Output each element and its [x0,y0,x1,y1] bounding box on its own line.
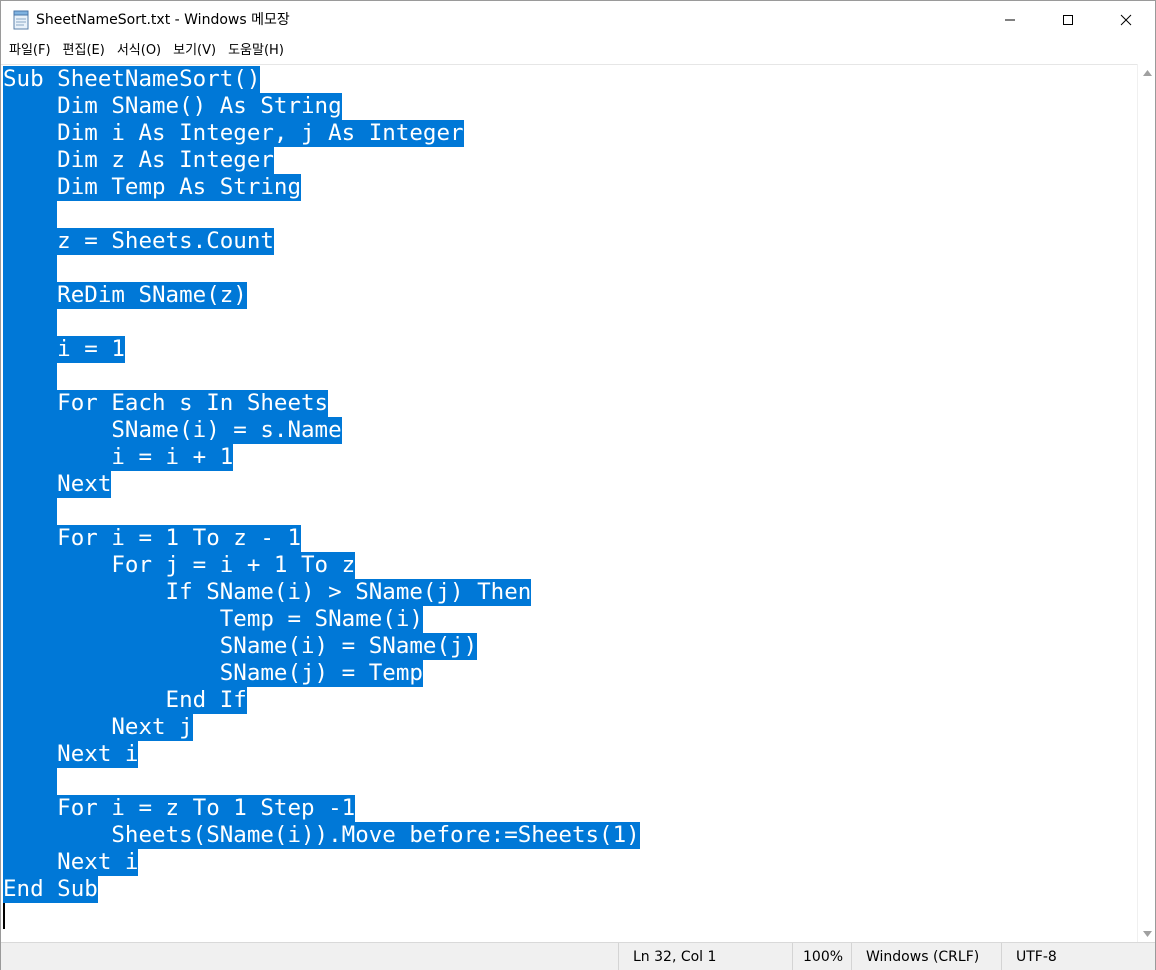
zoom-level: 100% [792,943,851,970]
code-line-text: i = 1 [3,336,125,363]
code-line-text [3,201,58,228]
code-line-text: Dim z As Integer [3,147,274,174]
code-line-text [3,363,58,390]
code-line-text: Next i [3,741,139,768]
code-line: SName(i) = s.Name [3,417,342,444]
close-button[interactable] [1097,1,1155,38]
notepad-icon [12,10,30,30]
code-line-text: Next j [3,714,193,741]
code-line-text: For i = z To 1 Step -1 [3,795,356,822]
notepad-window: SheetNameSort.txt - Windows 메모장 파일(F) 편집… [0,0,1156,970]
code-line: SName(j) = Temp [3,660,423,687]
code-line [3,309,58,336]
code-line [3,498,58,525]
scroll-up-icon [1142,69,1152,76]
code-line: Dim z As Integer [3,147,274,174]
minimize-icon [1005,19,1015,20]
code-line [3,768,58,795]
code-line: ReDim SName(z) [3,282,247,309]
code-line-text: For i = 1 To z - 1 [3,525,302,552]
code-line-text: SName(i) = s.Name [3,417,342,444]
code-line: Dim SName() As String [3,93,342,120]
menu-file[interactable]: 파일(F) [3,40,57,62]
code-line-text: Next i [3,849,139,876]
code-line: Next i [3,741,139,768]
code-line-text [3,255,58,282]
code-line-text: Sheets(SName(i)).Move before:=Sheets(1) [3,822,640,849]
code-line [3,201,58,228]
code-line: If SName(i) > SName(j) Then [3,579,532,606]
code-line-text: Dim SName() As String [3,93,342,120]
maximize-button[interactable] [1039,1,1097,38]
maximize-icon [1063,14,1073,25]
scroll-down-icon [1142,930,1152,937]
scroll-down-button[interactable] [1138,925,1156,942]
code-line-text: For j = i + 1 To z [3,552,356,579]
code-line-text [3,768,58,795]
code-line-text: End If [3,687,247,714]
text-editor[interactable]: Sub SheetNameSort() Dim SName() As Strin… [1,64,1137,942]
code-line-text: Next [3,471,112,498]
code-line-text: For Each s In Sheets [3,390,329,417]
code-line: Next [3,471,112,498]
code-line-text: z = Sheets.Count [3,228,274,255]
code-line-text: SName(j) = Temp [3,660,423,687]
menu-edit[interactable]: 편집(E) [57,40,111,62]
vertical-scrollbar[interactable] [1137,64,1155,942]
close-icon [1120,14,1132,25]
code-line: i = i + 1 [3,444,234,471]
code-line-text: Sub SheetNameSort() [3,66,261,93]
menu-help[interactable]: 도움말(H) [222,40,290,62]
menu-format[interactable]: 서식(O) [111,40,167,62]
code-line-text: Dim i As Integer, j As Integer [3,120,464,147]
title-bar[interactable]: SheetNameSort.txt - Windows 메모장 [1,1,1155,38]
code-line-text: If SName(i) > SName(j) Then [3,579,532,606]
code-line: Temp = SName(i) [3,606,423,633]
cursor-position: Ln 32, Col 1 [618,943,792,970]
code-line: Sheets(SName(i)).Move before:=Sheets(1) [3,822,640,849]
status-bar: Ln 32, Col 1 100% Windows (CRLF) UTF-8 [1,942,1155,970]
text-caret [3,903,5,929]
code-line: For i = z To 1 Step -1 [3,795,356,822]
code-line: End Sub [3,876,98,903]
code-line-text: Dim Temp As String [3,174,302,201]
code-line: For j = i + 1 To z [3,552,356,579]
code-line: Next i [3,849,139,876]
code-line [3,363,58,390]
code-line: For Each s In Sheets [3,390,329,417]
code-line-text [3,498,58,525]
code-line [3,255,58,282]
code-line: SName(i) = SName(j) [3,633,478,660]
code-line-text: SName(i) = SName(j) [3,633,478,660]
menu-view[interactable]: 보기(V) [167,40,222,62]
minimize-button[interactable] [981,1,1039,38]
code-line: Next j [3,714,193,741]
code-line: i = 1 [3,336,125,363]
encoding: UTF-8 [1001,943,1155,970]
line-ending: Windows (CRLF) [851,943,1001,970]
code-line: Dim Temp As String [3,174,302,201]
code-line-text: End Sub [3,876,98,903]
menu-bar: 파일(F) 편집(E) 서식(O) 보기(V) 도움말(H) [1,38,1155,64]
code-line-text: Temp = SName(i) [3,606,423,633]
window-title: SheetNameSort.txt - Windows 메모장 [36,12,290,28]
code-line: For i = 1 To z - 1 [3,525,302,552]
code-line: Sub SheetNameSort() [3,66,261,93]
code-line-text: i = i + 1 [3,444,234,471]
code-line: Dim i As Integer, j As Integer [3,120,464,147]
code-line: End If [3,687,247,714]
scroll-up-button[interactable] [1138,64,1156,81]
code-line: z = Sheets.Count [3,228,274,255]
code-line-text: ReDim SName(z) [3,282,247,309]
code-line-text [3,309,58,336]
